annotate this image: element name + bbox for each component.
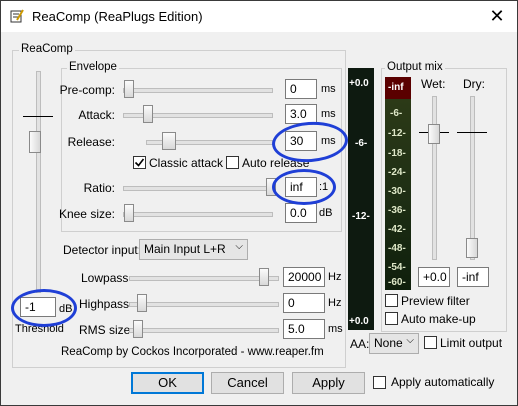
lowpass-label: Lowpass <box>81 271 129 285</box>
highpass-unit: Hz <box>328 297 342 309</box>
gr-top-label: -inf <box>388 82 404 93</box>
apply-automatically-checkbox[interactable] <box>373 376 386 389</box>
auto-makeup-label: Auto make-up <box>401 312 476 326</box>
level-meter: +0.0 -6- -12- +0.0 <box>348 68 374 330</box>
meter-low-label: -12- <box>352 211 370 222</box>
lowpass-input[interactable]: 20000 <box>283 267 325 287</box>
notepad-icon <box>10 9 24 23</box>
highpass-label: Highpass <box>79 297 130 311</box>
rms-size-label: RMS size <box>79 323 131 337</box>
reacomp-window: ReaComp (ReaPlugs Edition) ✕ ReaComp -1 … <box>0 0 518 406</box>
auto-makeup-checkbox[interactable] <box>385 312 398 325</box>
reacomp-group-label: ReaComp <box>19 43 75 55</box>
highpass-slider[interactable] <box>129 293 279 313</box>
gr-scale-label: -6- <box>390 108 403 119</box>
annotation-circle-ratio <box>272 169 336 205</box>
precomp-unit: ms <box>321 83 336 95</box>
ratio-label: Ratio: <box>83 181 115 195</box>
release-label: Release: <box>67 135 115 149</box>
rms-size-unit: ms <box>328 323 343 335</box>
knee-size-label: Knee size: <box>58 207 115 221</box>
gr-scale-label: -54- <box>388 262 406 273</box>
ratio-slider[interactable] <box>123 177 278 197</box>
meter-top-label: +0.0 <box>349 78 369 89</box>
preview-filter-checkbox[interactable] <box>385 294 398 307</box>
dry-input[interactable]: -inf <box>457 267 489 287</box>
attack-slider[interactable] <box>123 104 273 124</box>
classic-attack-label: Classic attack <box>149 156 224 170</box>
aa-select[interactable]: None ⌵ <box>369 333 419 354</box>
precomp-label: Pre-comp: <box>59 83 115 97</box>
aa-label: AA: <box>350 337 370 351</box>
cancel-button[interactable]: Cancel <box>211 372 284 394</box>
wet-input[interactable]: +0.0 <box>418 267 450 287</box>
detector-input-value: Main Input L+R <box>144 242 226 256</box>
auto-release-checkbox[interactable] <box>226 156 239 169</box>
output-mix-label: Output mix <box>385 61 445 73</box>
chevron-down-icon: ⌵ <box>235 241 243 252</box>
attack-unit: ms <box>321 108 336 120</box>
envelope-group-label: Envelope <box>67 61 119 73</box>
precomp-input[interactable]: 0 <box>285 79 317 99</box>
apply-automatically-label: Apply automatically <box>391 375 495 389</box>
credit-text: ReaComp by Cockos Incorporated - www.rea… <box>61 346 324 358</box>
wet-label: Wet: <box>421 77 446 91</box>
gr-scale-label: -24- <box>388 167 406 178</box>
dry-slider[interactable] <box>457 96 487 261</box>
aa-value: None <box>374 336 403 350</box>
limit-output-checkbox[interactable] <box>424 336 437 349</box>
rms-size-input[interactable]: 5.0 <box>283 319 325 339</box>
lowpass-unit: Hz <box>328 271 342 283</box>
ok-button[interactable]: OK <box>131 372 204 394</box>
preview-filter-label: Preview filter <box>401 294 470 308</box>
lowpass-slider[interactable] <box>129 267 279 287</box>
limit-output-label: Limit output <box>440 336 503 350</box>
gr-scale-label: -36- <box>388 205 406 216</box>
release-slider[interactable] <box>146 131 273 151</box>
knee-size-slider[interactable] <box>123 203 273 223</box>
meter-mid-label: -6- <box>355 138 368 149</box>
gr-scale-label: -18- <box>388 148 406 159</box>
apply-button[interactable]: Apply <box>292 372 365 394</box>
chevron-down-icon: ⌵ <box>406 335 414 346</box>
gr-scale-label: -30- <box>388 186 406 197</box>
classic-attack-checkbox[interactable] <box>133 156 146 169</box>
gr-scale-label: -60- <box>388 277 406 288</box>
wet-slider[interactable] <box>419 96 449 261</box>
attack-label: Attack: <box>78 108 115 122</box>
highpass-input[interactable]: 0 <box>283 293 325 313</box>
close-icon[interactable]: ✕ <box>477 1 517 32</box>
detector-input-select[interactable]: Main Input L+R ⌵ <box>139 239 248 260</box>
gain-reduction-meter: -inf -6- -12- -18- -24- -30- -36- -42- -… <box>385 77 411 290</box>
dry-label: Dry: <box>463 77 485 91</box>
gr-scale-label: -12- <box>388 128 406 139</box>
precomp-slider[interactable] <box>123 79 273 99</box>
rms-size-slider[interactable] <box>129 319 279 339</box>
meter-bottom-label: +0.0 <box>349 316 369 327</box>
window-title: ReaComp (ReaPlugs Edition) <box>32 9 203 24</box>
knee-size-input[interactable]: 0.0 <box>285 203 317 223</box>
gr-scale-label: -42- <box>388 224 406 235</box>
detector-input-label: Detector input: <box>63 243 142 257</box>
gr-scale-label: -48- <box>388 243 406 254</box>
knee-size-unit: dB <box>319 207 333 219</box>
threshold-slider[interactable] <box>23 71 53 293</box>
title-bar[interactable]: ReaComp (ReaPlugs Edition) ✕ <box>1 1 517 32</box>
checkmark-icon <box>134 158 145 167</box>
annotation-circle-threshold <box>11 289 77 327</box>
